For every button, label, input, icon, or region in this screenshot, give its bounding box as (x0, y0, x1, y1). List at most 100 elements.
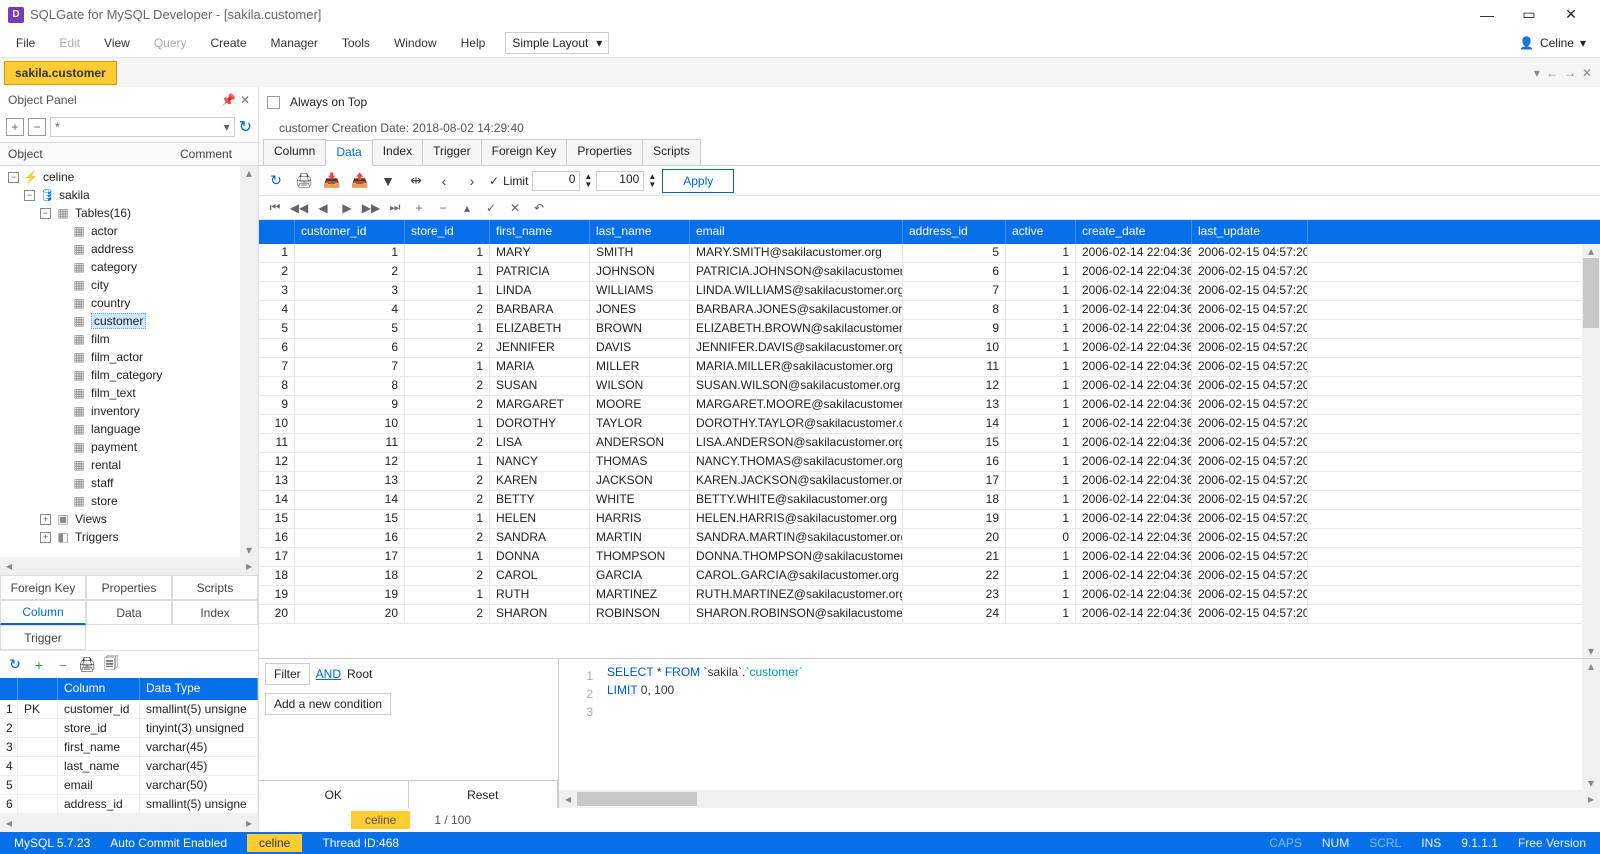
limit-from-input[interactable]: 0 (532, 171, 580, 191)
grid-row[interactable]: 13132KARENJACKSONKAREN.JACKSON@sakilacus… (259, 472, 1600, 491)
tree-node[interactable]: −🛢sakila (0, 186, 258, 204)
tree-node[interactable]: ▦language (0, 420, 258, 438)
colgrid-h-scrollbar[interactable]: ◂▸ (0, 814, 258, 832)
grid-col-store_id[interactable]: store_id (405, 220, 490, 244)
tree-node[interactable]: ▦film_actor (0, 348, 258, 366)
side-tab-scripts[interactable]: Scripts (172, 575, 258, 600)
grid-body[interactable]: 111MARYSMITHMARY.SMITH@sakilacustomer.or… (259, 244, 1600, 658)
next-icon[interactable]: › (461, 170, 483, 192)
ws-tab-column[interactable]: Column (263, 139, 326, 165)
column-row[interactable]: 3first_namevarchar(45) (0, 738, 258, 757)
tree-node[interactable]: +◧Triggers (0, 528, 258, 546)
grid-row[interactable]: 12121NANCYTHOMASNANCY.THOMAS@sakilacusto… (259, 453, 1600, 472)
remove-icon[interactable]: − (54, 656, 72, 674)
column-row[interactable]: 4last_namevarchar(45) (0, 757, 258, 776)
tree-node[interactable]: ▦address (0, 240, 258, 258)
menu-file[interactable]: File (4, 32, 47, 54)
collapse-all-button[interactable]: − (28, 118, 46, 136)
grid-col-email[interactable]: email (690, 220, 903, 244)
expand-all-button[interactable]: + (6, 118, 24, 136)
grid-col-first_name[interactable]: first_name (490, 220, 590, 244)
cancel-icon[interactable]: ✕ (505, 201, 525, 215)
side-tab-properties[interactable]: Properties (86, 575, 172, 600)
add-icon[interactable]: + (30, 656, 48, 674)
refresh-icon[interactable]: ↻ (6, 656, 24, 674)
grid-row[interactable]: 442BARBARAJONESBARBARA.JONES@sakilacusto… (259, 301, 1600, 320)
maximize-button[interactable]: ▭ (1508, 1, 1550, 29)
tree-node[interactable]: −⚡celine (0, 168, 258, 186)
tree-scrollbar[interactable]: ▴▾ (240, 166, 258, 557)
ws-tab-index[interactable]: Index (372, 139, 423, 165)
first-icon[interactable]: ⏮ (265, 200, 285, 215)
tree-node[interactable]: ▦actor (0, 222, 258, 240)
menu-view[interactable]: View (92, 32, 142, 54)
grid-col-last_name[interactable]: last_name (590, 220, 690, 244)
tree-node[interactable]: ▦film_text (0, 384, 258, 402)
sql-editor[interactable]: 1SELECT * FROM `sakila`.`customer` 2LIMI… (559, 659, 1600, 790)
grid-row[interactable]: 771MARIAMILLERMARIA.MILLER@sakilacustome… (259, 358, 1600, 377)
col-name[interactable]: Column (58, 678, 140, 700)
column-row[interactable]: 6address_idsmallint(5) unsigne (0, 795, 258, 814)
grid-v-scrollbar[interactable]: ▴▾ (1582, 244, 1600, 658)
fit-icon[interactable]: ⇹ (405, 170, 427, 192)
side-tab-foreign-key[interactable]: Foreign Key (0, 575, 86, 600)
next-icon[interactable]: ▶ (337, 201, 357, 215)
menu-tools[interactable]: Tools (330, 32, 382, 54)
object-filter-input[interactable]: * ▾ (50, 117, 235, 137)
side-tab-data[interactable]: Data (86, 600, 172, 625)
grid-row[interactable]: 111MARYSMITHMARY.SMITH@sakilacustomer.or… (259, 244, 1600, 263)
edit-icon[interactable]: ▴ (457, 201, 477, 215)
tree-node[interactable]: ▦category (0, 258, 258, 276)
column-row[interactable]: 5emailvarchar(50) (0, 776, 258, 795)
tree-node[interactable]: ▦store (0, 492, 258, 510)
menu-edit[interactable]: Edit (47, 32, 92, 54)
minimize-button[interactable]: — (1466, 1, 1508, 29)
add-icon[interactable]: + (409, 201, 429, 215)
tree-node[interactable]: ▦city (0, 276, 258, 294)
next-page-icon[interactable]: ▶▶ (361, 201, 381, 215)
grid-row[interactable]: 10101DOROTHYTAYLORDOROTHY.TAYLOR@sakilac… (259, 415, 1600, 434)
tree-node[interactable]: ▦film_category (0, 366, 258, 384)
user-menu[interactable]: 👤 Celine ▾ (1509, 32, 1596, 54)
sql-h-scrollbar[interactable]: ◂▸ (559, 790, 1600, 808)
menu-query[interactable]: Query (142, 32, 199, 54)
col-object[interactable]: Object (0, 143, 172, 165)
spinner-icon[interactable]: ▲▼ (648, 173, 656, 189)
grid-col-create_date[interactable]: create_date (1076, 220, 1192, 244)
menu-window[interactable]: Window (382, 32, 449, 54)
column-row[interactable]: 1PKcustomer_idsmallint(5) unsigne (0, 700, 258, 719)
ok-button[interactable]: OK (259, 781, 409, 808)
grid-col-last_update[interactable]: last_update (1192, 220, 1308, 244)
pin-icon[interactable]: 📌 (221, 93, 236, 107)
menu-create[interactable]: Create (199, 32, 259, 54)
import-icon[interactable]: 📥 (321, 170, 343, 192)
nav-next-icon[interactable]: → (1564, 66, 1576, 80)
tree-node[interactable]: ▦inventory (0, 402, 258, 420)
limit-size-input[interactable]: 100 (596, 171, 644, 191)
grid-row[interactable]: 331LINDAWILLIAMSLINDA.WILLIAMS@sakilacus… (259, 282, 1600, 301)
side-tab-trigger[interactable]: Trigger (0, 625, 86, 650)
and-link[interactable]: AND (316, 667, 341, 681)
print-icon[interactable]: 🖨 (293, 170, 315, 192)
prev-icon[interactable]: ‹ (433, 170, 455, 192)
document-tab[interactable]: sakila.customer (4, 61, 117, 85)
grid-row[interactable]: 16162SANDRAMARTINSANDRA.MARTIN@sakilacus… (259, 529, 1600, 548)
always-on-top-checkbox[interactable] (267, 96, 280, 109)
grid-row[interactable]: 992MARGARETMOOREMARGARET.MOORE@sakilacus… (259, 396, 1600, 415)
tree-node[interactable]: ▦payment (0, 438, 258, 456)
close-icon[interactable]: ✕ (1582, 66, 1592, 80)
grid-row[interactable]: 18182CAROLGARCIACAROL.GARCIA@sakilacusto… (259, 567, 1600, 586)
ws-tab-trigger[interactable]: Trigger (422, 139, 482, 165)
commit-icon[interactable]: ✓ (481, 201, 501, 215)
col-type[interactable]: Data Type (140, 678, 258, 700)
prev-page-icon[interactable]: ◀◀ (289, 201, 309, 215)
filter-icon[interactable]: ▼ (377, 170, 399, 192)
column-row[interactable]: 2store_idtinyint(3) unsigned (0, 719, 258, 738)
grid-row[interactable]: 11112LISAANDERSONLISA.ANDERSON@sakilacus… (259, 434, 1600, 453)
prev-icon[interactable]: ◀ (313, 201, 333, 215)
grid-row[interactable]: 221PATRICIAJOHNSONPATRICIA.JOHNSON@sakil… (259, 263, 1600, 282)
menu-help[interactable]: Help (449, 32, 498, 54)
undo-icon[interactable]: ↶ (529, 201, 549, 215)
apply-button[interactable]: Apply (662, 169, 734, 193)
refresh-icon[interactable]: ↻ (265, 170, 287, 192)
